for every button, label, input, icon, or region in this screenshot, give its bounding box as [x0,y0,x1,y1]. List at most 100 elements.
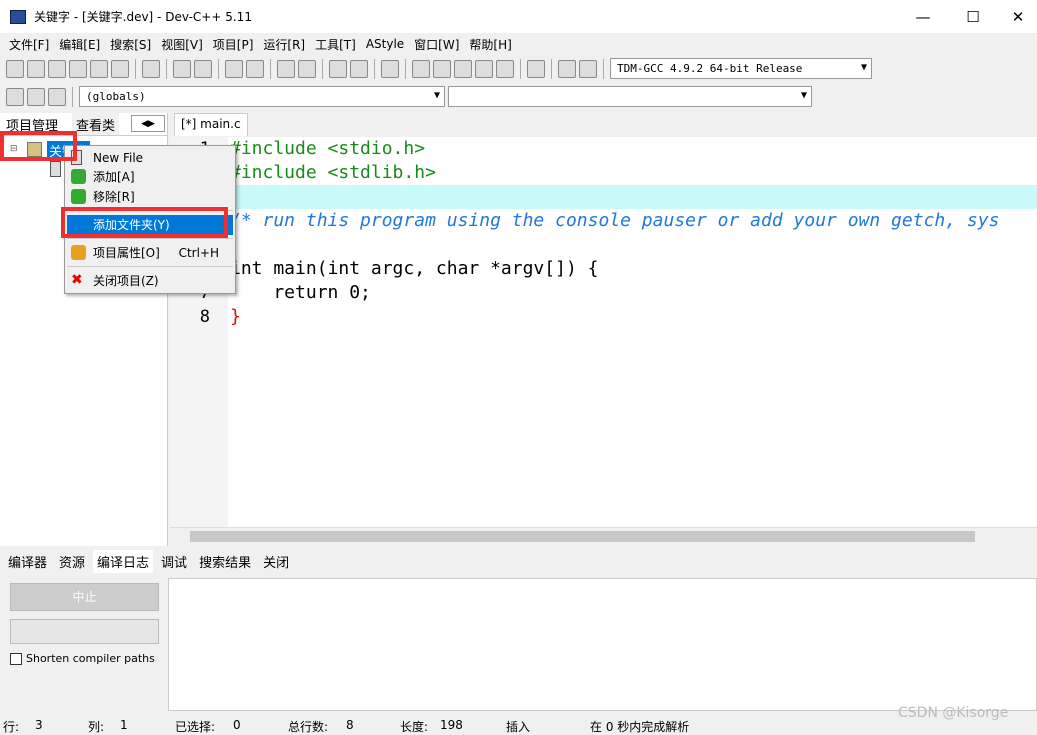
total-lines-value: 8 [346,718,354,732]
menu-item-new-file[interactable]: New File [67,148,233,168]
code-line: } [230,306,241,327]
tab-scroll-buttons[interactable]: ◀▶ [131,115,165,132]
compile-icon[interactable] [412,59,430,78]
member-select[interactable]: ▼ [448,86,812,107]
close-file-icon[interactable] [90,59,108,78]
line-label: 行: [3,720,20,734]
code-line: #include <stdio.h> [230,138,426,159]
checkbox-label: Shorten compiler paths [26,652,155,665]
menu-bar: 文件[F] 编辑[E] 搜索[S] 视图[V] 项目[P] 运行[R] 工具[T… [0,33,1037,55]
print-icon[interactable] [142,59,160,78]
remove-from-project-icon[interactable] [350,59,368,78]
undo-icon[interactable] [173,59,191,78]
properties-icon [71,245,86,260]
maximize-button[interactable]: ☐ [950,0,996,33]
menu-window[interactable]: 窗口[W] [409,36,464,53]
window-title: 关键字 - [关键字.dev] - Dev-C++ 5.11 [34,10,252,24]
menu-separator [67,266,233,267]
debug-icon[interactable] [579,59,597,78]
menu-item-close-project[interactable]: ✖ 关闭项目(Z) [67,271,233,291]
run-icon[interactable] [433,59,451,78]
open-icon[interactable] [27,59,45,78]
chevron-down-icon: ▼ [433,90,440,101]
code-line: int main(int argc, char *argv[]) { [230,258,599,279]
menu-item-project-options[interactable]: 项目属性[O] Ctrl+H [67,243,233,263]
menu-item-add[interactable]: 添加[A] [67,167,233,187]
menu-separator [67,238,233,239]
line-value: 3 [35,718,43,732]
code-line: return 0; [230,282,371,303]
menu-tools[interactable]: 工具[T] [310,36,361,53]
goto-bookmark-icon[interactable] [48,87,66,106]
check-icon[interactable] [496,59,514,78]
col-label: 列: [88,720,105,734]
checkbox-icon[interactable] [10,652,22,665]
chart-icon[interactable] [558,59,576,78]
current-line-highlight [228,185,1037,209]
compiler-value: TDM-GCC 4.9.2 64-bit Release [617,62,803,75]
new-icon[interactable] [6,59,24,78]
length-value: 198 [440,718,463,732]
tab-compile-log[interactable]: 编译日志 [93,549,154,573]
insert-mode: 插入 [506,720,531,734]
shorten-paths-checkbox[interactable]: Shorten compiler paths [10,652,155,665]
find-icon[interactable] [225,59,243,78]
annotation-box [0,131,77,161]
shortcut-label: Ctrl+H [178,246,219,260]
stop-icon[interactable] [527,59,545,78]
rebuild-icon[interactable] [475,59,493,78]
menu-edit[interactable]: 编辑[E] [54,36,105,53]
compiler-select[interactable]: TDM-GCC 4.9.2 64-bit Release ▼ [610,58,872,79]
save-all-icon[interactable] [69,59,87,78]
total-lines-label: 总行数: [288,720,329,734]
redo-icon[interactable] [194,59,212,78]
scope-select[interactable]: (globals) ▼ [79,86,445,107]
save-icon[interactable] [48,59,66,78]
insert-icon[interactable] [6,87,24,106]
menu-item-remove[interactable]: 移除[R] [67,187,233,207]
menu-file[interactable]: 文件[F] [4,36,54,53]
editor: [*] main.c 1#include <stdio.h>2#include … [170,113,1037,546]
status-bar: 行: 3 列: 1 已选择: 0 总行数: 8 长度: 198 插入 在 0 秒内完成解析… [0,705,1037,734]
tab-resources[interactable]: 资源 [55,550,89,573]
tab-close[interactable]: 关闭 [259,550,293,573]
toggle-bookmark-icon[interactable] [27,87,45,106]
menu-search[interactable]: 搜索[S] [105,36,156,53]
compile-log-area[interactable] [168,578,1037,711]
scrollbar-thumb[interactable] [190,531,975,542]
code-line: #include <stdlib.h> [230,162,436,183]
parse-status: 在 0 秒内完成解析 [590,720,690,734]
add-icon [71,169,86,184]
indent-icon[interactable] [298,59,316,78]
selected-value: 0 [233,718,241,732]
tab-search-results[interactable]: 搜索结果 [195,550,255,573]
goto-icon[interactable] [277,59,295,78]
menu-astyle[interactable]: AStyle [361,37,409,51]
secondary-toolbar: (globals) ▼ ▼ [0,83,835,110]
menu-run[interactable]: 运行[R] [258,36,310,53]
minimize-button[interactable]: — [900,0,946,33]
code-area[interactable]: 1#include <stdio.h>2#include <stdlib.h>3… [170,137,1037,527]
abort-button[interactable]: 中止 [10,583,159,611]
tab-compiler[interactable]: 编译器 [4,550,51,573]
menu-help[interactable]: 帮助[H] [464,36,516,53]
tab-main-c[interactable]: [*] main.c [174,113,248,136]
add-to-project-icon[interactable] [329,59,347,78]
col-value: 1 [120,718,128,732]
scope-value: (globals) [86,90,146,103]
remove-icon [71,189,86,204]
horizontal-scrollbar[interactable] [170,527,1037,544]
compile-run-icon[interactable] [454,59,472,78]
length-label: 长度: [400,720,429,734]
menu-project[interactable]: 项目[P] [208,36,259,53]
menu-item-label: 项目属性[O] [93,246,160,260]
close-all-icon[interactable] [111,59,129,78]
tab-debug[interactable]: 调试 [157,550,191,573]
tab-classes[interactable]: 查看类 [72,113,120,135]
file-icon[interactable] [50,161,61,177]
project-options-icon[interactable] [381,59,399,78]
replace-icon[interactable] [246,59,264,78]
menu-view[interactable]: 视图[V] [156,36,208,53]
close-button[interactable]: ✕ [995,0,1037,33]
menu-item-label: 添加[A] [93,170,135,184]
